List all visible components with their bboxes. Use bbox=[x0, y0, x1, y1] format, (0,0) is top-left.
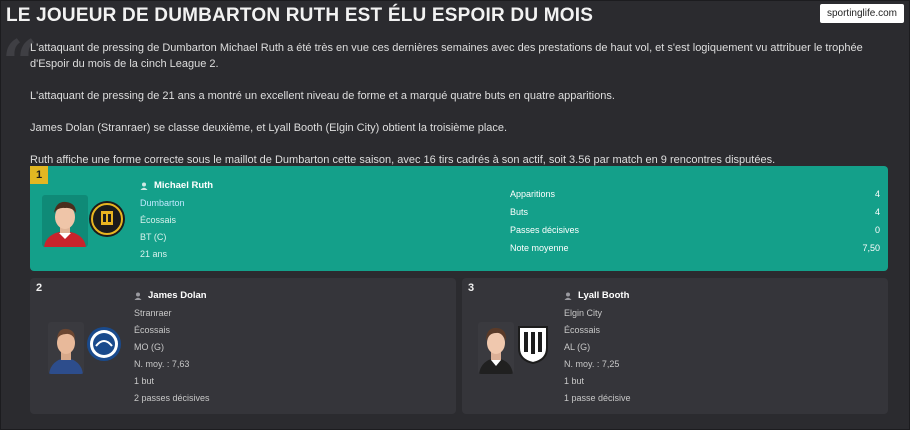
article-body: L'attaquant de pressing de Dumbarton Mic… bbox=[30, 40, 898, 168]
rank-label: 3 bbox=[468, 282, 475, 294]
stats-table: Apparitions 4 Buts 4 Passes décisives 0 … bbox=[510, 185, 880, 257]
stat-label: Apparitions bbox=[510, 189, 556, 199]
club-link[interactable]: Dumbarton bbox=[140, 198, 213, 208]
player-photo[interactable] bbox=[42, 195, 88, 247]
goals: 1 but bbox=[564, 376, 585, 386]
assists: 1 passe décisive bbox=[564, 393, 631, 403]
article-paragraph: L'attaquant de pressing de 21 ans a mont… bbox=[30, 90, 615, 102]
person-icon bbox=[140, 182, 148, 190]
club-link[interactable]: Stranraer bbox=[134, 308, 210, 318]
source-link[interactable]: sportinglife.com bbox=[819, 4, 904, 23]
stat-label: Buts bbox=[510, 207, 529, 217]
player-info: Michael Ruth Dumbarton Écossais BT (C) 2… bbox=[140, 180, 213, 259]
position: AL (G) bbox=[564, 342, 591, 352]
person-icon bbox=[564, 292, 572, 300]
article-paragraph: James Dolan (Stranraer) se classe deuxiè… bbox=[30, 122, 508, 134]
player-photo[interactable] bbox=[48, 322, 84, 374]
club-crest bbox=[516, 324, 550, 365]
club-link[interactable]: Elgin City bbox=[564, 308, 631, 318]
person-icon bbox=[134, 292, 142, 300]
player-name[interactable]: Michael Ruth bbox=[154, 180, 213, 191]
position: BT (C) bbox=[140, 232, 167, 242]
runner-up-card[interactable]: 2 James Dolan Stranraer Écossais MO (G) … bbox=[30, 278, 456, 414]
average-rating: N. moy. : 7,25 bbox=[564, 359, 620, 369]
club-crest bbox=[88, 199, 126, 239]
assists: 2 passes décisives bbox=[134, 393, 210, 403]
stat-row: Note moyenne 7,50 bbox=[510, 239, 880, 257]
rank-label: 2 bbox=[36, 282, 43, 294]
average-rating: N. moy. : 7,63 bbox=[134, 359, 190, 369]
nationality: Écossais bbox=[140, 215, 177, 225]
goals: 1 but bbox=[134, 376, 155, 386]
winner-card[interactable]: 1 Michael Ruth Dumbarton Écossais BT (C)… bbox=[30, 166, 888, 271]
player-name[interactable]: Lyall Booth bbox=[578, 290, 629, 301]
stat-value: 7,50 bbox=[862, 243, 880, 253]
club-crest bbox=[86, 324, 122, 364]
third-place-card[interactable]: 3 Lyall Booth Elgin City Écossais AL (G) bbox=[462, 278, 888, 414]
stat-row: Buts 4 bbox=[510, 203, 880, 221]
rank-badge: 1 bbox=[30, 166, 48, 184]
article-paragraph: L'attaquant de pressing de Dumbarton Mic… bbox=[30, 42, 863, 70]
stat-value: 0 bbox=[874, 225, 880, 235]
stat-label: Note moyenne bbox=[510, 243, 569, 253]
stat-label: Passes décisives bbox=[510, 225, 580, 235]
stat-row: Apparitions 4 bbox=[510, 185, 880, 203]
stat-value: 4 bbox=[874, 189, 880, 199]
age: 21 ans bbox=[140, 249, 168, 259]
player-name[interactable]: James Dolan bbox=[148, 290, 207, 301]
nationality: Écossais bbox=[134, 325, 171, 335]
player-info: James Dolan Stranraer Écossais MO (G) N.… bbox=[134, 290, 210, 403]
stat-row: Passes décisives 0 bbox=[510, 221, 880, 239]
player-photo[interactable] bbox=[478, 322, 514, 374]
player-info: Lyall Booth Elgin City Écossais AL (G) N… bbox=[564, 290, 631, 403]
stat-value: 4 bbox=[874, 207, 880, 217]
page-title: LE JOUEUR DE DUMBARTON RUTH EST ÉLU ESPO… bbox=[6, 5, 594, 26]
nationality: Écossais bbox=[564, 325, 601, 335]
position: MO (G) bbox=[134, 342, 164, 352]
